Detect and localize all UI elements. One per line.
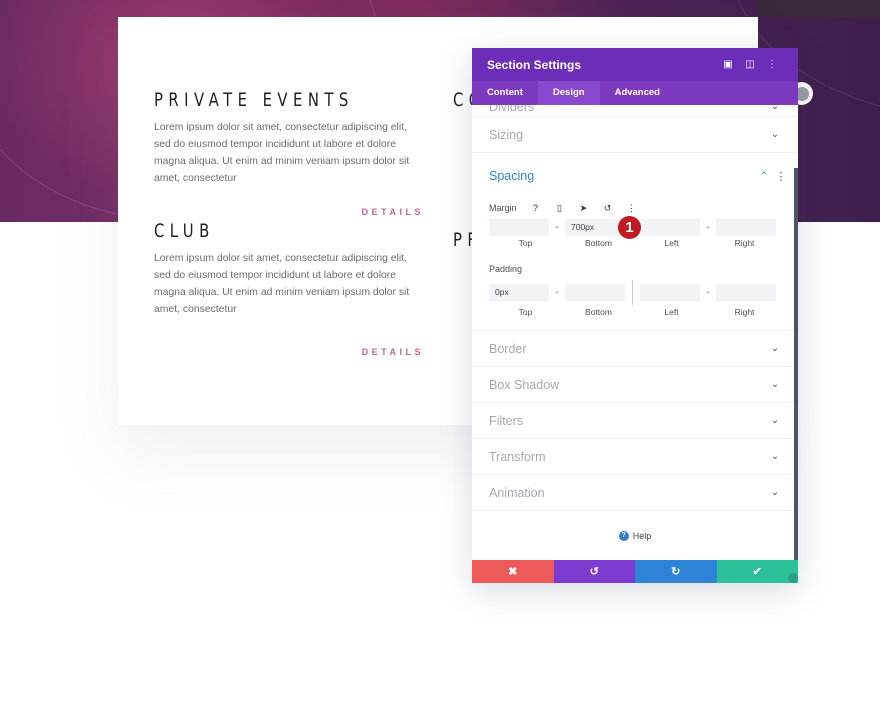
section-label: Animation (489, 485, 545, 500)
details-link[interactable]: DETAILS (362, 207, 424, 217)
panel-footer: ✖ ↺ ↻ ✔ (472, 560, 798, 583)
chevron-down-icon: ⌄ (770, 129, 780, 140)
focus-icon[interactable]: ▣ (717, 59, 739, 70)
section-label: Box Shadow (489, 377, 560, 392)
help-link[interactable]: ? Help (472, 511, 798, 560)
resize-handle[interactable] (788, 573, 798, 583)
caption-left: Left (664, 238, 679, 248)
panel-tabs: Content Design Advanced (472, 81, 798, 105)
section-box-shadow[interactable]: Box Shadow ⌄ (472, 367, 798, 403)
link-icon[interactable]: ⚭ (549, 224, 565, 232)
caption-left: Left (664, 307, 679, 317)
undo-button[interactable]: ↺ (553, 560, 635, 583)
section-label: Filters (489, 413, 524, 428)
save-button[interactable]: ✔ (716, 560, 798, 583)
chevron-up-icon: ⌃ (759, 170, 769, 182)
help-icon: ? (618, 531, 629, 541)
scrollbar[interactable] (794, 168, 798, 561)
section-sizing[interactable]: Sizing ⌄ (472, 117, 798, 153)
cursor-icon[interactable]: ➤ (579, 203, 589, 214)
caption-right: Right (734, 307, 755, 317)
column-body: Lorem ipsum dolor sit amet, consectetur … (154, 253, 410, 315)
more-icon[interactable]: ⋮ (774, 170, 788, 183)
section-label: Dividers (489, 105, 535, 114)
more-icon[interactable]: ⋮ (627, 203, 637, 214)
column-title: CLUB (154, 220, 215, 242)
chevron-down-icon: ⌄ (770, 487, 780, 498)
tab-advanced[interactable]: Advanced (600, 81, 675, 105)
panel-header[interactable]: Section Settings ▣ ◫ ⋮ (472, 48, 798, 81)
link-icon[interactable]: ⚭ (700, 289, 716, 297)
link-icon[interactable]: ⚭ (700, 224, 716, 232)
chevron-down-icon: ⌄ (770, 105, 780, 112)
reset-icon[interactable]: ↺ (603, 203, 613, 214)
section-transform[interactable]: Transform ⌄ (472, 439, 798, 475)
column-private-events: PRIVATE EVENTS Lorem ipsum dolor sit ame… (154, 89, 424, 217)
caption-bottom: Bottom (585, 307, 612, 317)
chevron-down-icon: ⌄ (770, 379, 780, 390)
details-link[interactable]: DETAILS (362, 347, 424, 357)
caption-bottom: Bottom (585, 238, 612, 248)
margin-top-input[interactable] (489, 219, 549, 236)
mobile-icon[interactable]: ▯ (555, 203, 565, 214)
padding-group: Padding 0px ⚭ ⚭ Top Bottom Left Right (472, 260, 798, 317)
padding-right-input[interactable] (716, 284, 776, 301)
section-label: Border (489, 341, 527, 356)
section-label: Sizing (489, 127, 524, 142)
section-settings-panel: Section Settings ▣ ◫ ⋮ Content Design Ad… (472, 48, 798, 583)
more-icon[interactable]: ⋮ (761, 59, 783, 70)
section-border[interactable]: Border ⌄ (472, 331, 798, 367)
panel-body: Dividers ⌄ Sizing ⌄ Spacing ⌃ ⋮ Margin ?… (472, 105, 798, 560)
help-icon[interactable]: ? (531, 203, 541, 213)
padding-label: Padding (489, 264, 523, 274)
section-animation[interactable]: Animation ⌄ (472, 475, 798, 511)
panel-title: Section Settings (487, 57, 582, 72)
split-view-icon[interactable]: ◫ (739, 59, 761, 70)
chevron-down-icon: ⌄ (770, 451, 780, 462)
caption-right: Right (734, 238, 755, 248)
margin-right-input[interactable] (716, 219, 776, 236)
column-body: Lorem ipsum dolor sit amet, consectetur … (154, 122, 410, 184)
top-strip (757, 0, 880, 17)
padding-left-input[interactable] (640, 284, 700, 301)
redo-icon: ↻ (671, 566, 681, 578)
section-label: Transform (489, 449, 546, 464)
cancel-button[interactable]: ✖ (472, 560, 554, 583)
link-icon[interactable]: ⚭ (549, 289, 565, 297)
section-filters[interactable]: Filters ⌄ (472, 403, 798, 439)
chevron-down-icon: ⌄ (770, 415, 780, 426)
margin-left-input[interactable] (640, 219, 700, 236)
tab-design[interactable]: Design (537, 81, 600, 105)
page: PRIVATE EVENTS Lorem ipsum dolor sit ame… (0, 0, 880, 705)
check-icon: ✔ (752, 566, 762, 578)
caption-top: Top (518, 238, 533, 248)
caption-top: Top (518, 307, 533, 317)
close-icon: ✖ (508, 566, 518, 578)
help-label: Help (632, 531, 652, 541)
redo-button[interactable]: ↻ (635, 560, 717, 583)
tab-content[interactable]: Content (472, 81, 538, 105)
section-label: Spacing (489, 169, 535, 183)
undo-icon: ↺ (589, 566, 599, 578)
chevron-down-icon: ⌄ (770, 343, 780, 354)
column-club: CLUB Lorem ipsum dolor sit amet, consect… (154, 220, 424, 357)
margin-bottom-input[interactable]: 700px (565, 219, 625, 236)
margin-label: Margin (489, 203, 517, 213)
padding-bottom-input[interactable] (565, 284, 625, 301)
section-spacing[interactable]: Spacing ⌃ ⋮ (472, 153, 798, 199)
step-badge: 1 (618, 216, 641, 239)
padding-top-input[interactable]: 0px (489, 284, 549, 301)
divider (632, 280, 633, 305)
column-title: PRIVATE EVENTS (154, 89, 354, 111)
section-dividers[interactable]: Dividers ⌄ (472, 105, 798, 117)
